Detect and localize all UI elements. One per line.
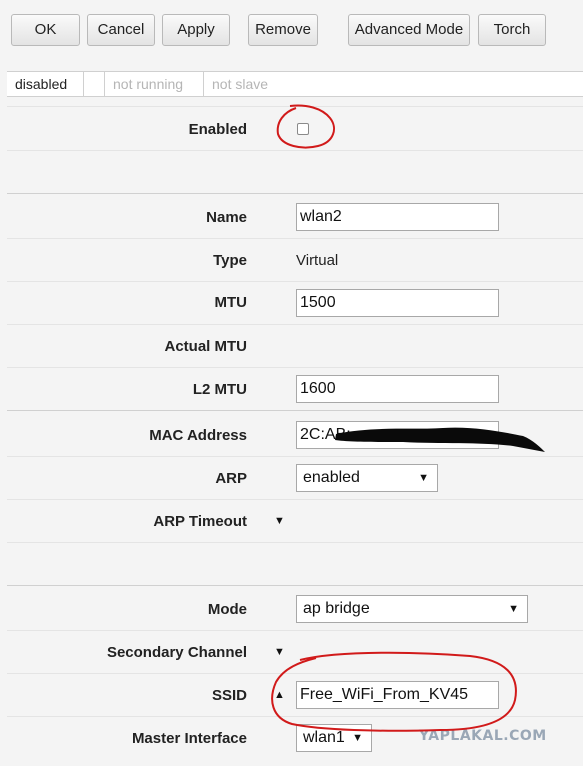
secondary-channel-label: Secondary Channel	[106, 644, 247, 661]
status-empty-cell	[84, 72, 105, 96]
name-input[interactable]	[296, 203, 499, 231]
caret-down-icon: ▼	[418, 472, 429, 484]
divider	[7, 630, 583, 631]
mode-select-value: ap bridge	[303, 600, 370, 617]
status-running: not running	[105, 72, 204, 96]
remove-button[interactable]: Remove	[248, 14, 318, 46]
mtu-input[interactable]	[296, 289, 499, 317]
triangle-up-icon[interactable]: ▲	[274, 689, 285, 701]
l2-mtu-label: L2 MTU	[192, 381, 247, 398]
divider	[7, 499, 583, 500]
ssid-input[interactable]	[296, 681, 499, 709]
divider	[7, 673, 583, 674]
section-divider	[7, 410, 583, 411]
enabled-checkbox[interactable]	[297, 123, 309, 135]
mode-select[interactable]: ap bridge ▼	[296, 595, 528, 623]
arp-select-value: enabled	[303, 469, 360, 486]
divider	[7, 367, 583, 368]
actual-mtu-label: Actual MTU	[164, 338, 248, 355]
divider	[7, 150, 583, 151]
arp-label: ARP	[215, 470, 247, 487]
advanced-mode-button[interactable]: Advanced Mode	[348, 14, 470, 46]
ok-button[interactable]: OK	[11, 14, 80, 46]
status-bar: disabled not running not slave	[7, 71, 583, 97]
arp-timeout-label: ARP Timeout	[153, 513, 247, 530]
caret-down-icon: ▼	[352, 732, 363, 744]
section-divider	[7, 585, 583, 586]
enabled-label: Enabled	[188, 121, 247, 138]
ssid-label: SSID	[211, 687, 247, 704]
name-label: Name	[206, 209, 247, 226]
apply-button[interactable]: Apply	[162, 14, 230, 46]
divider	[7, 456, 583, 457]
divider	[7, 324, 583, 325]
divider	[7, 106, 583, 107]
divider	[7, 542, 583, 543]
mac-address-label: MAC Address	[149, 427, 247, 444]
master-interface-select-value: wlan1	[303, 729, 345, 746]
master-interface-label: Master Interface	[131, 730, 247, 747]
redaction-scribble	[335, 427, 545, 452]
caret-down-icon: ▼	[508, 603, 519, 615]
toolbar: OK Cancel Apply Remove Advanced Mode Tor…	[0, 0, 583, 62]
type-value: Virtual	[296, 252, 339, 269]
arp-select[interactable]: enabled ▼	[296, 464, 438, 492]
triangle-down-icon[interactable]: ▼	[274, 646, 285, 658]
status-slave: not slave	[212, 76, 269, 92]
divider	[7, 281, 583, 282]
mode-label: Mode	[207, 601, 247, 618]
section-divider	[7, 193, 583, 194]
type-label: Type	[213, 252, 247, 269]
l2-mtu-input[interactable]	[296, 375, 499, 403]
triangle-down-icon[interactable]: ▼	[274, 515, 285, 527]
torch-button[interactable]: Torch	[478, 14, 546, 46]
divider	[7, 238, 583, 239]
status-state: disabled	[7, 72, 84, 96]
watermark: YAPLAKAL.COM	[419, 728, 547, 744]
mtu-label: MTU	[214, 294, 248, 311]
cancel-button[interactable]: Cancel	[87, 14, 155, 46]
divider	[7, 716, 583, 717]
master-interface-select[interactable]: wlan1 ▼	[296, 724, 372, 752]
